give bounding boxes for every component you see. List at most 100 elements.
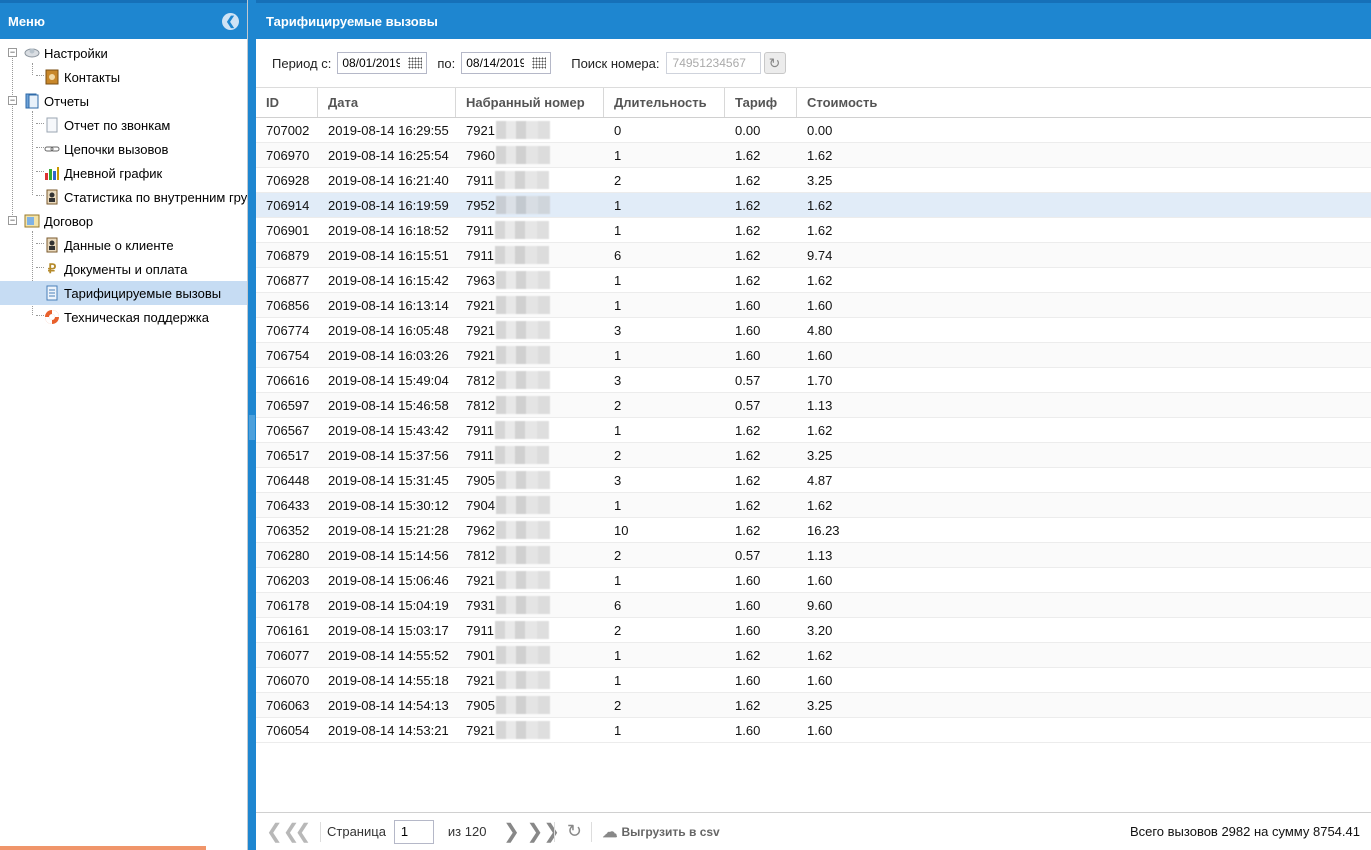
menu-item-billed-calls[interactable]: Тарифицируемые вызовы — [0, 281, 247, 305]
table-row[interactable]: 706754 2019-08-14 16:03:26 7921 1 1.60 1.60 — [256, 343, 1371, 368]
cell-cost-text: 3.25 — [807, 172, 833, 188]
cell-number-text: 7963 — [466, 272, 495, 288]
cell-date-text: 2019-08-14 14:54:13 — [328, 697, 449, 713]
table-row[interactable]: 706352 2019-08-14 15:21:28 7962 10 1.62 16.23 — [256, 518, 1371, 543]
table-row[interactable]: 706054 2019-08-14 14:53:21 7921 1 1.60 1.60 — [256, 718, 1371, 743]
cell-date: 2019-08-14 15:43:42 — [318, 418, 456, 442]
next-page-icon[interactable]: ❯ — [500, 819, 522, 844]
column-header-cost[interactable]: Стоимость — [797, 88, 1371, 117]
table-row[interactable]: 706597 2019-08-14 15:46:58 7812 2 0.57 1.13 — [256, 393, 1371, 418]
cell-date-text: 2019-08-14 15:03:17 — [328, 622, 449, 638]
table-row[interactable]: 706070 2019-08-14 14:55:18 7921 1 1.60 1.60 — [256, 668, 1371, 693]
table-row[interactable]: 706161 2019-08-14 15:03:17 7911 2 1.60 3.20 — [256, 618, 1371, 643]
table-row[interactable]: 706879 2019-08-14 16:15:51 7911 6 1.62 9.74 — [256, 243, 1371, 268]
collapse-node-icon[interactable]: − — [8, 96, 17, 105]
column-header-duration[interactable]: Длительность — [604, 88, 725, 117]
menu-item-contacts[interactable]: Контакты — [0, 65, 247, 89]
collapse-node-icon[interactable]: − — [8, 48, 17, 57]
table-row[interactable]: 706901 2019-08-14 16:18:52 7911 1 1.62 1.62 — [256, 218, 1371, 243]
table-row[interactable]: 706567 2019-08-14 15:43:42 7911 1 1.62 1.62 — [256, 418, 1371, 443]
menu-item-label: Отчет по звонкам — [64, 117, 171, 133]
cell-duration-text: 2 — [614, 697, 622, 713]
table-row[interactable]: 706616 2019-08-14 15:49:04 7812 3 0.57 1.70 — [256, 368, 1371, 393]
export-csv-button[interactable]: ☁ Выгрузить в csv — [602, 823, 719, 841]
menu-item-daily-chart[interactable]: Дневной график — [0, 161, 247, 185]
redacted-number-mask — [495, 271, 550, 289]
collapse-node-icon[interactable]: − — [8, 216, 17, 225]
splitter-grip[interactable] — [249, 415, 255, 440]
menu-item-group-stats[interactable]: Статистика по внутренним группам — [0, 185, 247, 209]
reload-icon[interactable]: ↻ — [563, 821, 585, 842]
table-row[interactable]: 706178 2019-08-14 15:04:19 7931 6 1.60 9.60 — [256, 593, 1371, 618]
cell-number: 7911 — [456, 618, 604, 642]
table-row[interactable]: 706914 2019-08-14 16:19:59 7952 1 1.62 1.62 — [256, 193, 1371, 218]
table-row[interactable]: 706970 2019-08-14 16:25:54 7960 1 1.62 1.62 — [256, 143, 1371, 168]
refresh-icon[interactable]: ↻ — [763, 52, 786, 74]
redacted-number-mask — [495, 521, 550, 539]
cell-duration: 2 — [604, 393, 725, 417]
sidebar-bottom-bar — [0, 846, 206, 850]
cell-tariff-text: 1.62 — [735, 197, 761, 213]
menu-item-documents-payment[interactable]: ₽ Документы и оплата — [0, 257, 247, 281]
cell-duration-text: 1 — [614, 347, 622, 363]
cell-cost-text: 1.62 — [807, 497, 833, 513]
table-row[interactable]: 706077 2019-08-14 14:55:52 7901 1 1.62 1.62 — [256, 643, 1371, 668]
menu-item-client-data[interactable]: Данные о клиенте — [0, 233, 247, 257]
table-row[interactable]: 706856 2019-08-14 16:13:14 7921 1 1.60 1.60 — [256, 293, 1371, 318]
cell-tariff-text: 1.62 — [735, 247, 761, 263]
calendar-icon[interactable] — [528, 53, 550, 73]
cell-date-text: 2019-08-14 16:29:55 — [328, 122, 449, 138]
period-to-field[interactable] — [461, 52, 552, 74]
period-to-label: по: — [437, 55, 456, 71]
cell-cost: 1.62 — [797, 218, 1371, 242]
table-row[interactable]: 706448 2019-08-14 15:31:45 7905 3 1.62 4.87 — [256, 468, 1371, 493]
table-row[interactable]: 706280 2019-08-14 15:14:56 7812 2 0.57 1.13 — [256, 543, 1371, 568]
cell-number-text: 7911 — [466, 622, 494, 638]
column-header-number[interactable]: Набранный номер — [456, 88, 604, 117]
first-page-icon[interactable]: ❮❮ — [266, 819, 300, 844]
cell-number: 7921 — [456, 318, 604, 342]
cell-tariff: 0.57 — [725, 368, 797, 392]
table-row[interactable]: 707002 2019-08-14 16:29:55 7921 0 0.00 0.00 — [256, 118, 1371, 143]
cell-id-text: 706352 — [266, 522, 310, 538]
cell-duration-text: 1 — [614, 222, 622, 238]
last-page-icon[interactable]: ❯❯ — [526, 819, 560, 844]
table-row[interactable]: 706928 2019-08-14 16:21:40 7911 2 1.62 3.25 — [256, 168, 1371, 193]
page-number-input[interactable] — [393, 819, 434, 844]
pagination-bar: ❮❮ ❮ Страница из 120 ❯ ❯❯ ↻ ☁ Выгрузить … — [256, 812, 1371, 850]
cell-number-text: 7931 — [466, 597, 495, 613]
menu-item-reports[interactable]: − Отчеты — [0, 89, 247, 113]
menu-item-call-chains[interactable]: Цепочки вызовов — [0, 137, 247, 161]
cell-duration-text: 2 — [614, 172, 622, 188]
menu-item-tech-support[interactable]: Техническая поддержка — [0, 305, 247, 329]
menu-item-call-report[interactable]: Отчет по звонкам — [0, 113, 247, 137]
column-header-date[interactable]: Дата — [318, 88, 456, 117]
prev-page-icon[interactable]: ❮ — [292, 819, 314, 844]
search-number-input[interactable] — [665, 52, 761, 74]
cell-id-text: 706203 — [266, 572, 310, 588]
calendar-icon[interactable] — [404, 53, 426, 73]
cell-tariff-text: 1.62 — [735, 147, 761, 163]
table-row[interactable]: 706517 2019-08-14 15:37:56 7911 2 1.62 3.25 — [256, 443, 1371, 468]
redacted-number-mask — [494, 221, 549, 239]
menu-item-contract[interactable]: − Договор — [0, 209, 247, 233]
table-row[interactable]: 706203 2019-08-14 15:06:46 7921 1 1.60 1.60 — [256, 568, 1371, 593]
period-from-input[interactable] — [338, 53, 405, 73]
table-row[interactable]: 706063 2019-08-14 14:54:13 7905 2 1.62 3.25 — [256, 693, 1371, 718]
cell-duration: 2 — [604, 693, 725, 717]
table-row[interactable]: 706774 2019-08-14 16:05:48 7921 3 1.60 4.80 — [256, 318, 1371, 343]
cell-id: 706901 — [256, 218, 318, 242]
column-header-id[interactable]: ID — [256, 88, 318, 117]
period-to-input[interactable] — [462, 53, 529, 73]
table-row[interactable]: 706877 2019-08-14 16:15:42 7963 1 1.62 1.62 — [256, 268, 1371, 293]
cell-cost: 1.13 — [797, 543, 1371, 567]
column-header-tariff[interactable]: Тариф — [725, 88, 797, 117]
table-row[interactable]: 706433 2019-08-14 15:30:12 7904 1 1.62 1.62 — [256, 493, 1371, 518]
cell-date: 2019-08-14 15:30:12 — [318, 493, 456, 517]
cell-duration: 1 — [604, 193, 725, 217]
collapse-sidebar-icon[interactable]: ❮ — [222, 12, 239, 30]
cell-number: 7905 — [456, 468, 604, 492]
cell-tariff: 0.57 — [725, 543, 797, 567]
period-from-field[interactable] — [337, 52, 428, 74]
menu-item-settings[interactable]: − Настройки — [0, 41, 247, 65]
